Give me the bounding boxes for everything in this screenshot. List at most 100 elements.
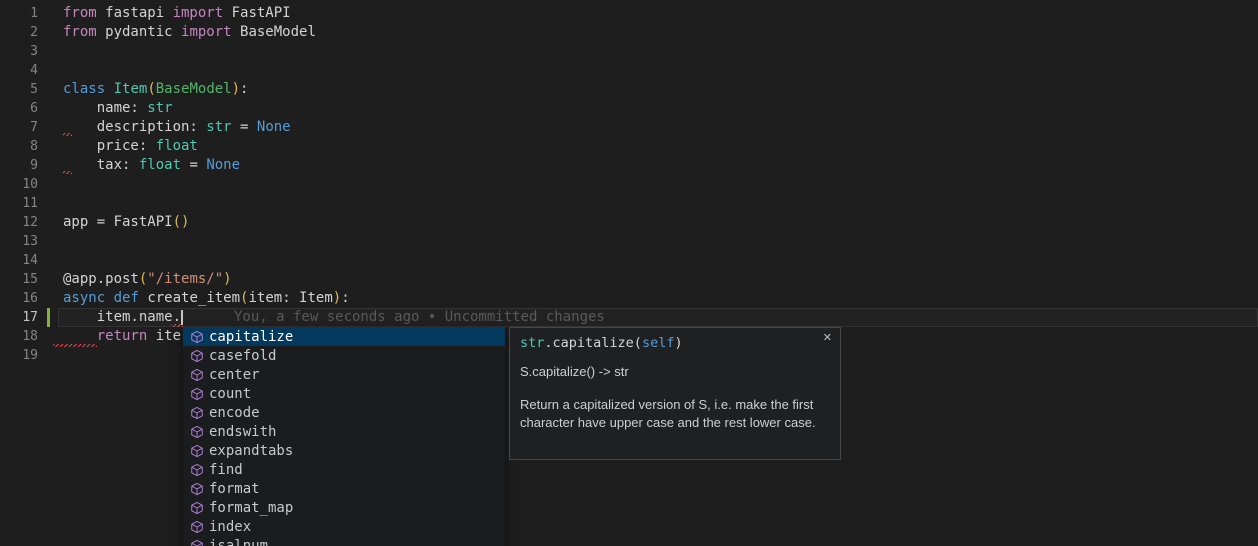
suggestion-label: index bbox=[209, 519, 251, 535]
code-token: float bbox=[156, 138, 198, 154]
code-token: : bbox=[240, 81, 248, 97]
method-icon bbox=[189, 462, 204, 477]
code-token: class bbox=[63, 81, 105, 97]
suggestion-label: casefold bbox=[209, 348, 276, 364]
code-line-1[interactable]: from fastapi import FastAPI bbox=[63, 4, 350, 23]
code-token: from bbox=[63, 24, 97, 40]
line-number: 3 bbox=[0, 42, 38, 61]
gutter-line-numbers: 12345678910111213141516171819 bbox=[0, 4, 38, 365]
code-line-12[interactable]: app = FastAPI() bbox=[63, 213, 350, 232]
suggestion-item-format[interactable]: format bbox=[183, 479, 505, 498]
code-token: item.name. bbox=[63, 309, 181, 325]
suggestion-item-capitalize[interactable]: capitalize bbox=[183, 327, 505, 346]
signature-token: .capitalize( bbox=[544, 335, 642, 351]
code-line-11[interactable] bbox=[63, 194, 350, 213]
code-token: = bbox=[232, 119, 257, 135]
line-number: 9 bbox=[0, 156, 38, 175]
suggestion-label: format_map bbox=[209, 500, 293, 516]
code-token bbox=[105, 290, 113, 306]
error-squiggle bbox=[63, 171, 72, 174]
line-number: 19 bbox=[0, 346, 38, 365]
line-number: 14 bbox=[0, 251, 38, 270]
suggestion-label: isalnum bbox=[209, 538, 268, 546]
line-number: 16 bbox=[0, 289, 38, 308]
suggestion-label: count bbox=[209, 386, 251, 402]
line-number: 7 bbox=[0, 118, 38, 137]
code-line-4[interactable] bbox=[63, 61, 350, 80]
code-token: create_item bbox=[139, 290, 240, 306]
code-token: BaseModel bbox=[156, 81, 232, 97]
code-token: ( bbox=[147, 81, 155, 97]
code-token: ) bbox=[333, 290, 341, 306]
line-number: 13 bbox=[0, 232, 38, 251]
suggest-doc-panel: str.capitalize(self) ✕ S.capitalize() ->… bbox=[509, 327, 841, 460]
suggestion-item-expandtabs[interactable]: expandtabs bbox=[183, 441, 505, 460]
suggestion-label: capitalize bbox=[209, 329, 293, 345]
line-number: 12 bbox=[0, 213, 38, 232]
suggestion-label: encode bbox=[209, 405, 260, 421]
code-token: None bbox=[257, 119, 291, 135]
line-number: 1 bbox=[0, 4, 38, 23]
suggestion-label: endswith bbox=[209, 424, 276, 440]
git-blame-annotation: You, a few seconds ago • Uncommitted cha… bbox=[234, 308, 605, 327]
doc-body: S.capitalize() -> str Return a capitaliz… bbox=[510, 351, 840, 432]
code-line-2[interactable]: from pydantic import BaseModel bbox=[63, 23, 350, 42]
code-line-6[interactable]: name: str bbox=[63, 99, 350, 118]
code-line-9[interactable]: tax: float = None bbox=[63, 156, 350, 175]
method-icon bbox=[189, 367, 204, 382]
suggestion-item-format_map[interactable]: format_map bbox=[183, 498, 505, 517]
code-token: float bbox=[139, 157, 181, 173]
code-token: import bbox=[181, 24, 232, 40]
code-line-15[interactable]: @app.post("/items/") bbox=[63, 270, 350, 289]
line-number: 18 bbox=[0, 327, 38, 346]
code-token: return bbox=[97, 328, 148, 344]
signature-token: str bbox=[520, 335, 544, 351]
error-squiggle bbox=[53, 344, 97, 347]
line-number: 11 bbox=[0, 194, 38, 213]
suggestion-label: center bbox=[209, 367, 260, 383]
text-cursor bbox=[181, 310, 183, 325]
line-number: 8 bbox=[0, 137, 38, 156]
suggestion-item-center[interactable]: center bbox=[183, 365, 505, 384]
code-line-3[interactable] bbox=[63, 42, 350, 61]
gutter-modified-indicator bbox=[47, 308, 50, 327]
suggestion-item-find[interactable]: find bbox=[183, 460, 505, 479]
suggestion-item-index[interactable]: index bbox=[183, 517, 505, 536]
signature-token: ) bbox=[674, 335, 682, 351]
method-icon bbox=[189, 329, 204, 344]
code-line-10[interactable] bbox=[63, 175, 350, 194]
error-squiggle bbox=[63, 133, 72, 136]
suggestion-label: expandtabs bbox=[209, 443, 293, 459]
code-line-8[interactable]: price: float bbox=[63, 137, 350, 156]
method-icon bbox=[189, 500, 204, 515]
method-icon bbox=[189, 538, 204, 546]
code-token: @app.post bbox=[63, 271, 139, 287]
close-icon[interactable]: ✕ bbox=[823, 331, 832, 344]
method-icon bbox=[189, 481, 204, 496]
method-icon bbox=[189, 424, 204, 439]
code-token: price: bbox=[63, 138, 156, 154]
suggestion-item-endswith[interactable]: endswith bbox=[183, 422, 505, 441]
code-token: "/items/" bbox=[147, 271, 223, 287]
code-token: str bbox=[147, 100, 172, 116]
code-line-13[interactable] bbox=[63, 232, 350, 251]
suggestion-item-count[interactable]: count bbox=[183, 384, 505, 403]
code-token bbox=[63, 328, 97, 344]
suggestion-label: format bbox=[209, 481, 260, 497]
code-token: async bbox=[63, 290, 105, 306]
code-token: = bbox=[181, 157, 206, 173]
signature-token: self bbox=[642, 335, 675, 351]
code-line-5[interactable]: class Item(BaseModel): bbox=[63, 80, 350, 99]
suggestion-item-encode[interactable]: encode bbox=[183, 403, 505, 422]
method-icon bbox=[189, 386, 204, 401]
method-icon bbox=[189, 519, 204, 534]
doc-summary: S.capitalize() -> str bbox=[520, 363, 830, 381]
code-line-14[interactable] bbox=[63, 251, 350, 270]
code-token: fastapi bbox=[97, 5, 173, 21]
code-token: app = FastAPI bbox=[63, 214, 173, 230]
suggestion-item-isalnum[interactable]: isalnum bbox=[183, 536, 505, 546]
suggestion-item-casefold[interactable]: casefold bbox=[183, 346, 505, 365]
code-line-16[interactable]: async def create_item(item: Item): bbox=[63, 289, 350, 308]
code-line-7[interactable]: description: str = None bbox=[63, 118, 350, 137]
line-number: 10 bbox=[0, 175, 38, 194]
